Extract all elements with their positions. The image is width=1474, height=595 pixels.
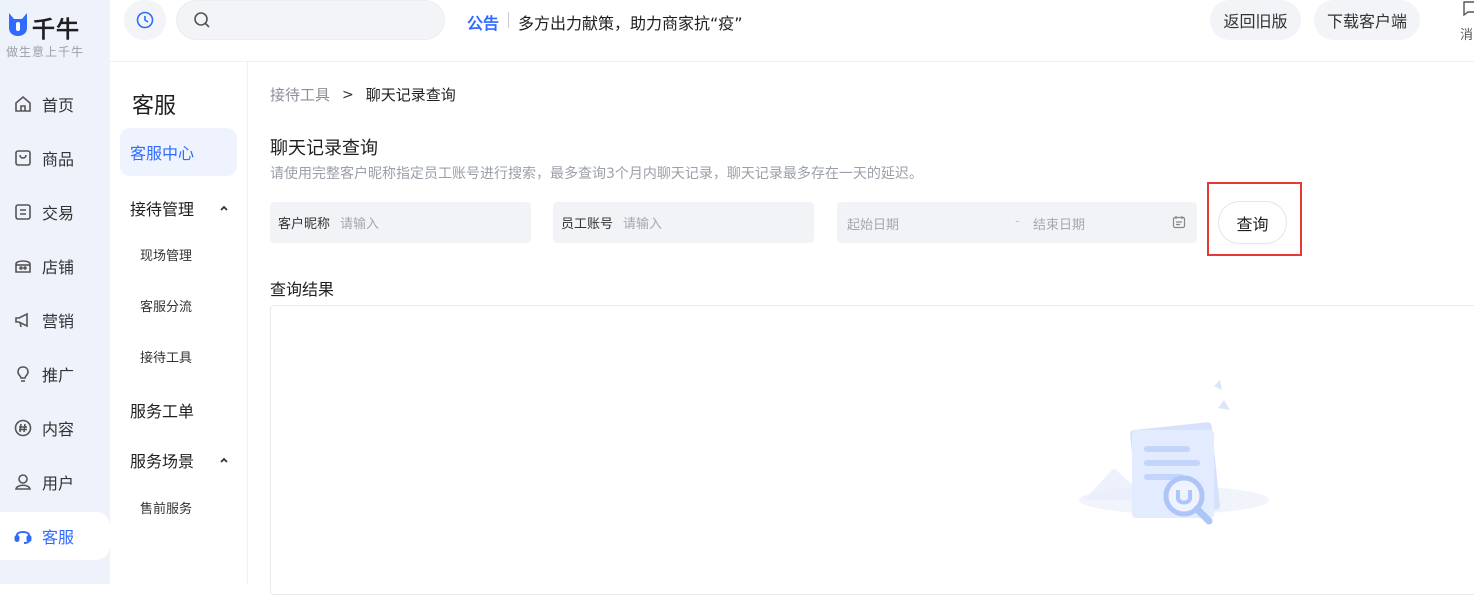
breadcrumb: 接待工具 > 聊天记录查询	[270, 84, 456, 105]
nickname-input[interactable]: 请输入	[340, 213, 379, 232]
breadcrumb-separator: >	[342, 86, 354, 103]
subnav-group-tickets[interactable]: 服务工单	[130, 398, 230, 422]
message-icon	[1463, 1, 1474, 17]
message-button[interactable]: 消	[1458, 0, 1474, 42]
chevron-up-icon	[220, 457, 228, 463]
hash-icon	[12, 417, 34, 439]
nav-label: 内容	[42, 420, 75, 439]
secondary-nav: 客服 客服中心 接待管理 现场管理 客服分流 接待工具 服务工单 服务场景 售前…	[110, 62, 248, 584]
start-date-input[interactable]: 起始日期	[847, 214, 899, 233]
store-icon	[12, 255, 34, 277]
nav-label: 店铺	[42, 258, 75, 277]
left-nav: 千牛 做生意上千牛 首页 商品 交易 店铺 营销 推广 内容 用户 客服	[0, 0, 110, 584]
megaphone-icon	[12, 309, 34, 331]
page-description: 请使用完整客户昵称指定员工账号进行搜索，最多查询3个月内聊天记录，聊天记录最多存…	[270, 166, 923, 182]
nav-item-goods[interactable]: 商品	[0, 134, 110, 182]
subnav-item-presale[interactable]: 售前服务	[140, 498, 192, 517]
search-box[interactable]	[176, 0, 445, 40]
subnav-group-scenes[interactable]: 服务场景	[130, 448, 230, 472]
notice-text[interactable]: 多方出力献策，助力商家抗“疫”	[518, 10, 743, 34]
end-date-input[interactable]: 结束日期	[1033, 214, 1085, 233]
date-range-picker[interactable]: 起始日期 - 结束日期	[837, 202, 1197, 243]
subnav-item-distribution[interactable]: 客服分流	[140, 296, 192, 315]
subnav-group-reception[interactable]: 接待管理	[130, 196, 230, 220]
top-bar: 公告 多方出力献策，助力商家抗“疫” 返回旧版 下载客户端 消	[110, 0, 1474, 62]
user-icon	[12, 471, 34, 493]
chevron-up-icon	[220, 205, 228, 211]
staff-account-field[interactable]: 员工账号 请输入	[553, 202, 814, 243]
subnav-group-label: 服务工单	[130, 402, 195, 421]
home-icon	[12, 93, 34, 115]
nav-item-store[interactable]: 店铺	[0, 242, 110, 290]
search-icon	[194, 12, 210, 28]
result-title: 查询结果	[270, 280, 335, 299]
clock-icon	[136, 11, 154, 29]
bag-icon	[12, 147, 34, 169]
subnav-group-label: 服务场景	[130, 452, 195, 471]
headset-icon	[12, 525, 34, 547]
nav-item-marketing[interactable]: 营销	[0, 296, 110, 344]
breadcrumb-parent[interactable]: 接待工具	[270, 84, 330, 105]
nav-label: 推广	[42, 366, 75, 385]
result-panel	[270, 305, 1474, 595]
logo-icon	[9, 13, 27, 36]
nickname-label: 客户昵称	[278, 217, 331, 232]
notice-tag[interactable]: 公告	[467, 10, 499, 34]
empty-state-illustration	[1079, 380, 1269, 525]
nav-label: 用户	[42, 474, 75, 493]
nav-item-content[interactable]: 内容	[0, 404, 110, 452]
brand-slogan: 做生意上千牛	[6, 45, 85, 59]
nav-label: 交易	[42, 204, 75, 223]
old-version-button[interactable]: 返回旧版	[1210, 0, 1301, 40]
nav-label: 商品	[42, 150, 75, 169]
message-label: 消	[1460, 28, 1474, 42]
date-range-separator: -	[1015, 214, 1020, 229]
subnav-group-label: 接待管理	[130, 200, 195, 219]
main-content: 接待工具 > 聊天记录查询 聊天记录查询 请使用完整客户昵称指定员工账号进行搜索…	[248, 62, 1474, 595]
subnav-item-tools[interactable]: 接待工具	[140, 347, 192, 366]
breadcrumb-current: 聊天记录查询	[365, 86, 456, 104]
search-input[interactable]	[221, 9, 431, 33]
download-client-button[interactable]: 下载客户端	[1314, 0, 1420, 40]
nav-item-trade[interactable]: 交易	[0, 188, 110, 236]
subnav-title: 客服	[132, 94, 177, 119]
highlight-box	[1207, 182, 1302, 256]
subnav-item-service-center[interactable]: 客服中心	[120, 128, 237, 176]
nickname-field[interactable]: 客户昵称 请输入	[270, 202, 531, 243]
page-title: 聊天记录查询	[270, 138, 378, 159]
subnav-item-onsite[interactable]: 现场管理	[140, 245, 192, 264]
history-button[interactable]	[124, 0, 166, 40]
brand-name: 千牛	[32, 17, 80, 43]
nav-item-users[interactable]: 用户	[0, 458, 110, 506]
notice-divider	[508, 12, 509, 28]
staff-account-label: 员工账号	[561, 217, 614, 232]
logo[interactable]: 千牛 做生意上千牛	[6, 8, 106, 64]
order-icon	[12, 201, 34, 223]
nav-item-home[interactable]: 首页	[0, 80, 110, 128]
nav-item-promotion[interactable]: 推广	[0, 350, 110, 398]
bulb-icon	[12, 363, 34, 385]
nav-label: 营销	[42, 312, 75, 331]
nav-label: 客服	[42, 528, 75, 547]
nav-item-service[interactable]: 客服	[0, 512, 110, 560]
nav-label: 首页	[42, 96, 75, 115]
calendar-icon[interactable]	[1172, 215, 1186, 229]
staff-account-input[interactable]: 请输入	[623, 213, 662, 232]
